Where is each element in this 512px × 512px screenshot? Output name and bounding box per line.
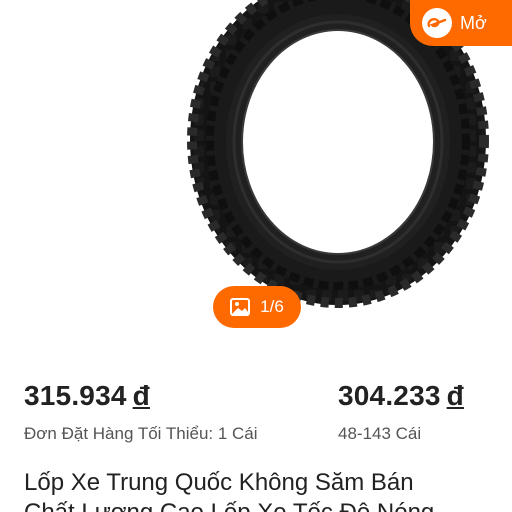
open-in-app-badge[interactable]: Mở — [410, 0, 512, 46]
image-counter-badge[interactable]: 1/6 — [213, 286, 301, 328]
bulk-price-block: 304.233 đ 48-143 Cái — [338, 380, 464, 444]
bulk-currency: đ — [446, 380, 464, 411]
open-app-label: Mở — [460, 12, 487, 33]
product-detail-page: Mở 1/6 315.934 đ Đơn Đặt Hàng Tối Thiểu: … — [0, 0, 512, 512]
product-title-line-1: Lốp Xe Trung Quốc Không Săm Bán — [24, 469, 414, 496]
min-order-price-value: 315.934 — [24, 380, 127, 411]
bulk-quantity-note: 48-143 Cái — [338, 424, 422, 443]
product-title: Lốp Xe Trung Quốc Không Săm Bán Chất Lượ… — [24, 468, 494, 512]
picture-icon — [230, 298, 251, 316]
min-order-price-block: 315.934 đ Đơn Đặt Hàng Tối Thiểu: 1 Cái — [24, 380, 258, 444]
image-counter-text: 1/6 — [260, 297, 284, 316]
bulk-price-value: 304.233 — [338, 380, 441, 411]
product-image-gallery[interactable]: Mở 1/6 — [0, 0, 512, 350]
bulk-price: 304.233 đ — [338, 380, 464, 412]
min-order-price: 315.934 đ — [24, 380, 258, 412]
min-order-currency: đ — [132, 380, 150, 411]
min-order-note: Đơn Đặt Hàng Tối Thiểu: 1 Cái — [24, 424, 258, 443]
product-title-line-2: Chất Lượng Cao Lốp Xe Tốc Độ Nóng — [24, 498, 494, 512]
alibaba-logo-icon — [422, 8, 452, 38]
